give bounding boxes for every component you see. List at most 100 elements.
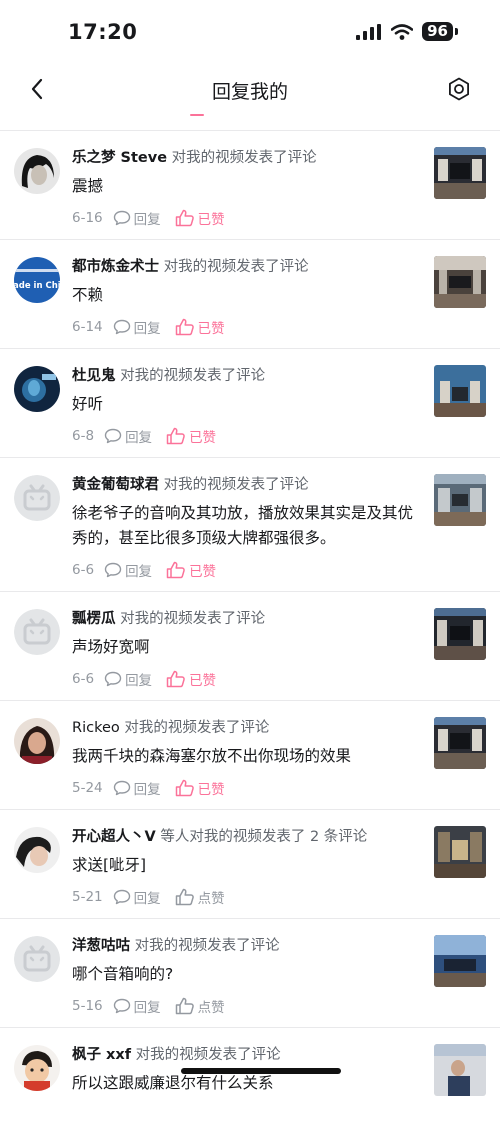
reply-button[interactable]: 回复	[113, 778, 161, 798]
reply-header: 都市炼金术士 对我的视频发表了评论	[72, 258, 424, 277]
like-button[interactable]: 已赞	[166, 669, 216, 689]
reply-item[interactable]: 枫子 xxf 对我的视频发表了评论 所以这跟威廉退尔有什么关系	[0, 1027, 500, 1137]
like-indicator-peek	[190, 114, 204, 116]
username[interactable]: Rickeo	[72, 720, 120, 736]
like-label: 已赞	[189, 673, 217, 689]
avatar[interactable]	[14, 1045, 60, 1091]
like-button[interactable]: 已赞	[166, 426, 216, 446]
nav-bar: 回复我的	[0, 64, 500, 114]
comment-icon	[113, 889, 130, 905]
comment-icon	[104, 428, 122, 444]
reply-button[interactable]: 回复	[113, 208, 161, 228]
thumbs-up-icon	[166, 670, 185, 688]
like-button[interactable]: 已赞	[175, 778, 225, 798]
settings-icon	[449, 77, 469, 101]
username[interactable]: 黄金葡萄球君	[72, 477, 159, 493]
like-label: 已赞	[189, 564, 217, 580]
reply-label: 回复	[125, 564, 153, 580]
reply-meta: 6-16 回复 已赞	[72, 208, 424, 228]
comment-text: 不赖	[72, 286, 104, 304]
action-text: 对我的视频发表了评论	[124, 720, 270, 736]
reply-item[interactable]: 瓢楞瓜 对我的视频发表了评论 声场好宽啊 6-6 回复 已赞	[0, 591, 500, 701]
status-time: 17:20	[68, 20, 138, 44]
like-label: 已赞	[197, 321, 225, 337]
comment-text: 震撼	[72, 177, 104, 195]
video-thumbnail[interactable]	[434, 935, 486, 987]
avatar[interactable]	[14, 827, 60, 873]
avatar[interactable]	[14, 609, 60, 655]
username[interactable]: 乐之梦 Steve	[72, 150, 167, 166]
video-thumbnail[interactable]	[434, 147, 486, 199]
comment-icon	[113, 319, 130, 335]
reply-button[interactable]: 回复	[104, 560, 152, 580]
avatar[interactable]	[14, 718, 60, 764]
video-thumbnail[interactable]	[434, 717, 486, 769]
cellular-signal-icon	[356, 23, 382, 40]
comment-text: 好听	[72, 395, 104, 413]
reply-item[interactable]: 黄金葡萄球君 对我的视频发表了评论 徐老爷子的音响及其功放，播放效果其实是及其优…	[0, 457, 500, 592]
like-label: 点赞	[197, 891, 225, 907]
like-button[interactable]: 已赞	[175, 208, 225, 228]
video-thumbnail[interactable]	[434, 365, 486, 417]
like-label: 点赞	[197, 1000, 225, 1016]
reply-label: 回复	[133, 891, 161, 907]
avatar-logo-text: ade in Chi	[14, 281, 60, 291]
reply-item[interactable]: Rickeo 对我的视频发表了评论 我两千块的森海塞尔放不出你现场的效果 5-2…	[0, 700, 500, 810]
reply-meta: 6-8 回复 已赞	[72, 426, 424, 446]
comment-text: 我两千块的森海塞尔放不出你现场的效果	[72, 747, 352, 765]
action-text: 对我的视频发表了评论	[171, 150, 317, 166]
video-thumbnail[interactable]	[434, 608, 486, 660]
action-text: 对我的视频发表了评论	[163, 259, 309, 275]
like-button[interactable]: 点赞	[175, 887, 225, 907]
reply-meta: 6-6 回复 已赞	[72, 669, 424, 689]
like-button[interactable]: 已赞	[166, 560, 216, 580]
action-text: 等人对我的视频发表了 2 条评论	[160, 829, 368, 845]
video-thumbnail[interactable]	[434, 256, 486, 308]
like-label: 已赞	[197, 782, 225, 798]
reply-button[interactable]: 回复	[113, 887, 161, 907]
reply-item[interactable]: 洋葱咕咕 对我的视频发表了评论 哪个音箱响的? 5-16 回复 点赞	[0, 918, 500, 1028]
reply-item[interactable]: 乐之梦 Steve 对我的视频发表了评论 震撼 6-16 回复 已赞	[0, 130, 500, 240]
date: 6-14	[72, 319, 103, 335]
previous-item-peek	[0, 114, 500, 130]
video-thumbnail[interactable]	[434, 826, 486, 878]
reply-label: 回复	[133, 212, 161, 228]
reply-item[interactable]: 开心超人丶V 等人对我的视频发表了 2 条评论 求送[呲牙] 5-21 回复 点…	[0, 809, 500, 919]
avatar[interactable]	[14, 936, 60, 982]
reply-button[interactable]: 回复	[113, 996, 161, 1016]
reply-label: 回复	[133, 782, 161, 798]
home-indicator[interactable]	[181, 1068, 341, 1074]
username[interactable]: 开心超人丶V	[72, 829, 156, 845]
video-thumbnail[interactable]	[434, 1044, 486, 1096]
username[interactable]: 瓢楞瓜	[72, 611, 116, 627]
thumbs-up-icon	[175, 779, 194, 797]
page-title: 回复我的	[211, 81, 288, 103]
username[interactable]: 枫子 xxf	[72, 1047, 131, 1063]
username[interactable]: 洋葱咕咕	[72, 938, 130, 954]
comment-icon	[104, 562, 122, 578]
like-button[interactable]: 已赞	[175, 317, 225, 337]
avatar[interactable]	[14, 366, 60, 412]
reply-button[interactable]: 回复	[104, 426, 152, 446]
avatar[interactable]	[14, 148, 60, 194]
reply-button[interactable]: 回复	[104, 669, 152, 689]
comment-text: 声场好宽啊	[72, 638, 150, 656]
reply-label: 回复	[125, 430, 153, 446]
reply-button[interactable]: 回复	[113, 317, 161, 337]
avatar[interactable]: ade in Chi	[14, 257, 60, 303]
reply-content: 乐之梦 Steve 对我的视频发表了评论 震撼 6-16 回复 已赞	[72, 149, 424, 228]
username[interactable]: 都市炼金术士	[72, 259, 159, 275]
reply-content: 杜见鬼 对我的视频发表了评论 好听 6-8 回复 已赞	[72, 367, 424, 446]
reply-item[interactable]: 杜见鬼 对我的视频发表了评论 好听 6-8 回复 已赞	[0, 348, 500, 458]
avatar[interactable]	[14, 475, 60, 521]
status-bar: 17:20 96	[0, 0, 500, 64]
reply-item[interactable]: ade in Chi 都市炼金术士 对我的视频发表了评论 不赖 6-14 回复 …	[0, 239, 500, 349]
like-label: 已赞	[189, 430, 217, 446]
like-button[interactable]: 点赞	[175, 996, 225, 1016]
settings-button[interactable]	[444, 74, 474, 104]
username[interactable]: 杜见鬼	[72, 368, 116, 384]
thumbs-up-icon	[166, 427, 185, 445]
reply-content: 黄金葡萄球君 对我的视频发表了评论 徐老爷子的音响及其功放，播放效果其实是及其优…	[72, 476, 424, 580]
date: 6-6	[72, 671, 95, 687]
video-thumbnail[interactable]	[434, 474, 486, 526]
